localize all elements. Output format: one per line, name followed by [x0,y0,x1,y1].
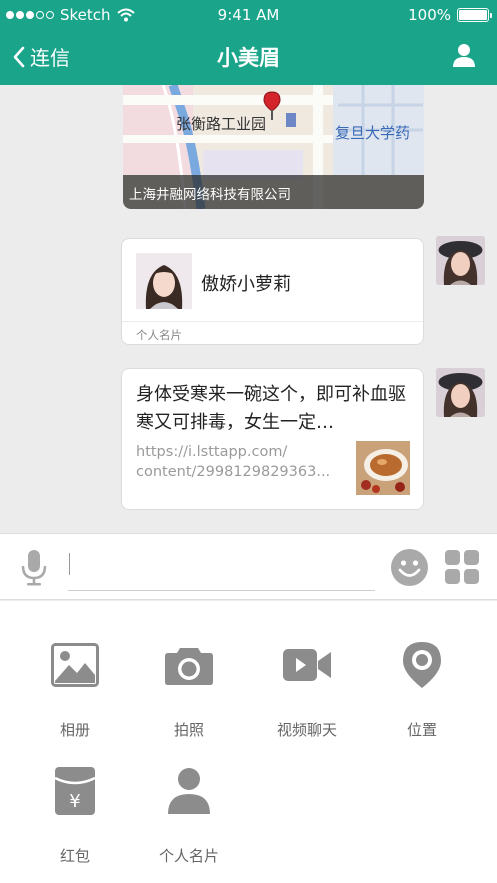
link-url: https://i.lsttapp.com/ content/299812982… [136,442,341,482]
card-divider [122,321,423,322]
emoji-icon[interactable] [390,548,429,587]
avatar[interactable] [436,368,485,417]
location-pin-icon [403,642,441,688]
avatar[interactable] [436,236,485,285]
contact-card-icon [168,768,210,814]
link-url-line2: content/2998129829363... [136,464,331,480]
red-packet-label: 红包 [59,847,90,865]
contact-card-tag: 个人名片 [136,328,182,342]
location-label: 位置 [406,721,437,739]
status-bar: Sketch 9:41 AM 100% [0,0,497,30]
contact-card-message[interactable]: 傲娇小萝莉 个人名片 [121,238,424,345]
location-message[interactable]: 张衡路工业园 复旦大学药 上海井融网络科技有限公司 [123,85,424,209]
contact-card-label: 个人名片 [158,847,219,865]
video-call-button[interactable]: 视频聊天 [257,641,357,740]
map-nearby-label: 复旦大学药 [335,124,411,142]
camera-label: 拍照 [173,721,204,739]
video-call-label: 视频聊天 [276,721,337,739]
microphone-icon[interactable] [18,548,50,586]
message-text-field[interactable] [72,547,372,587]
album-label: 相册 [59,721,90,739]
red-packet-icon: ¥ [54,767,96,815]
navigation-bar: 连信 小美眉 [0,32,497,82]
location-button[interactable]: 位置 [372,641,472,740]
camera-icon [165,648,213,685]
battery-icon [457,8,492,22]
message-input[interactable] [68,547,375,591]
link-title: 身体受寒来一碗这个，即可补血驱寒又可排毒，女生一定… [136,384,406,433]
link-message[interactable]: 身体受寒来一碗这个，即可补血驱寒又可排毒，女生一定… https://i.lst… [121,368,424,510]
red-packet-button[interactable]: ¥ 红包 [25,767,125,866]
map-place-label: 张衡路工业园 [176,115,267,133]
video-call-icon [283,649,331,681]
location-address: 上海井融网络科技有限公司 [123,175,424,209]
link-thumbnail [356,441,410,495]
page-title: 小美眉 [217,46,280,70]
battery-percent: 100% [408,6,451,24]
contact-name: 傲娇小萝莉 [201,274,291,295]
top-bar: Sketch 9:41 AM 100% 连信 小美眉 [0,0,497,85]
link-url-line1: https://i.lsttapp.com/ [136,444,288,460]
extension-panel: 相册 拍照 视频聊天 位置 ¥ 红包 个人名片 [0,601,497,883]
contact-card-button[interactable]: 个人名片 [139,767,239,866]
text-cursor [69,553,70,575]
album-button[interactable]: 相册 [25,641,125,740]
more-options-icon[interactable] [445,550,479,584]
contact-photo [136,253,192,309]
camera-button[interactable]: 拍照 [139,641,239,740]
svg-text:¥: ¥ [69,791,80,812]
profile-icon[interactable] [451,42,477,68]
photo-album-icon [51,643,99,687]
